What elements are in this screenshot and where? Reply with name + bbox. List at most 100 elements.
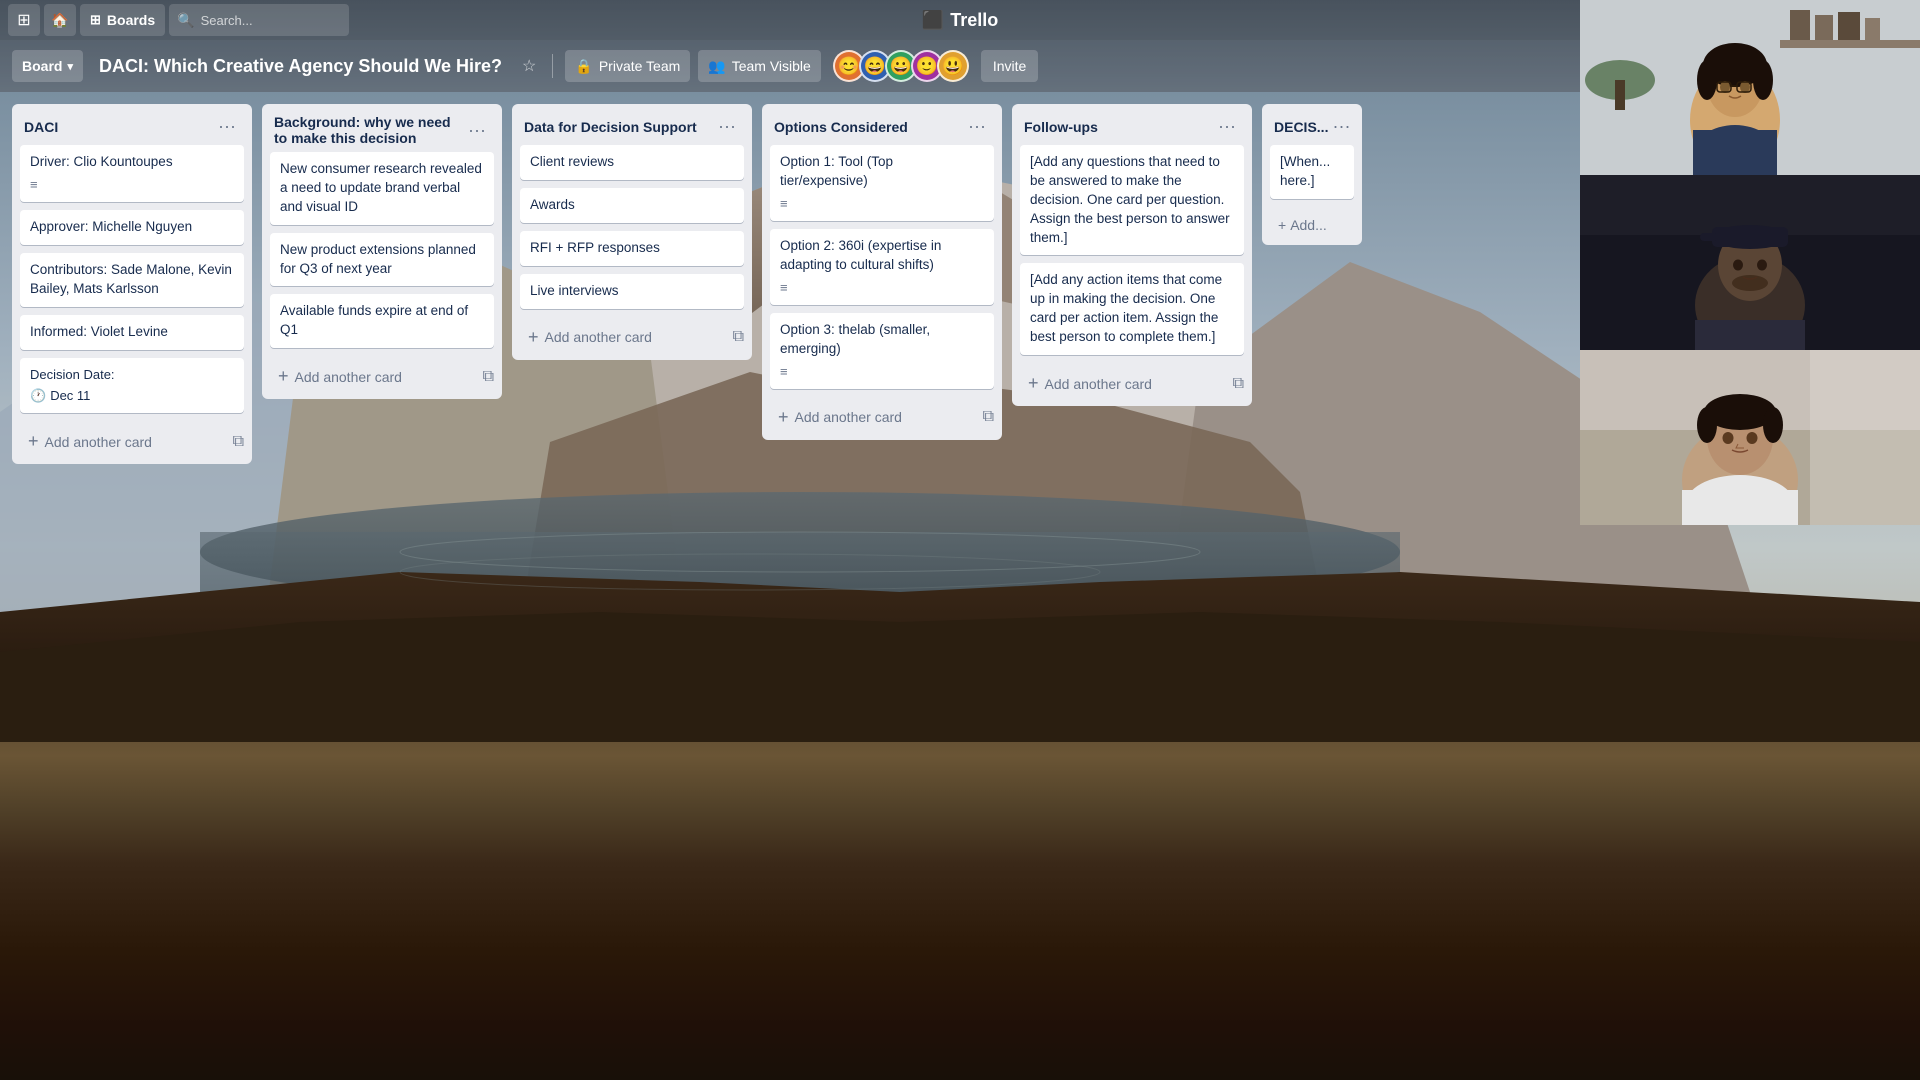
list-daci-footer: + Add another card ⧉ xyxy=(12,421,252,464)
card-decision-date[interactable]: Decision Date: 🕐 Dec 11 xyxy=(20,358,244,413)
search-placeholder: Search... xyxy=(201,13,253,28)
card-followup-actions[interactable]: [Add any action items that come up in ma… xyxy=(1020,263,1244,355)
add-card-decision-button[interactable]: + Add... xyxy=(1266,209,1358,241)
add-card-options-label: Add another card xyxy=(795,409,902,425)
card-client-reviews[interactable]: Client reviews xyxy=(520,145,744,180)
list-followups-menu-button[interactable]: ··· xyxy=(1214,114,1240,139)
card-rfi-rfp[interactable]: RFI + RFP responses xyxy=(520,231,744,266)
list-options-footer: + Add another card ⧉ xyxy=(762,397,1002,440)
home-icon-button[interactable]: 🏠 xyxy=(44,4,76,36)
card-product-extensions-text: New product extensions planned for Q3 of… xyxy=(280,241,484,279)
add-card-daci-button[interactable]: + Add another card xyxy=(16,423,229,460)
list-data-title: Data for Decision Support xyxy=(524,119,714,135)
list-daci: DACI ··· Driver: Clio Kountoupes ≡ Appro… xyxy=(12,104,252,464)
template-daci-button[interactable]: ⧉ xyxy=(229,429,248,455)
private-team-button[interactable]: 🔒 Private Team xyxy=(565,50,690,82)
card-decision-text2: here.] xyxy=(1280,172,1344,191)
list-followups-title: Follow-ups xyxy=(1024,119,1214,135)
add-card-data-button[interactable]: + Add another card xyxy=(516,319,729,356)
card-approver[interactable]: Approver: Michelle Nguyen xyxy=(20,210,244,245)
card-rfi-rfp-text: RFI + RFP responses xyxy=(530,239,734,258)
list-options: Options Considered ··· Option 1: Tool (T… xyxy=(762,104,1002,440)
list-data: Data for Decision Support ··· Client rev… xyxy=(512,104,752,360)
list-background-cards: New consumer research revealed a need to… xyxy=(262,152,502,356)
member-avatars: 😊 😄 😀 🙂 😃 xyxy=(833,50,969,82)
list-options-title: Options Considered xyxy=(774,119,964,135)
card-consumer-research-text: New consumer research revealed a need to… xyxy=(280,160,484,217)
list-background: Background: why we need to make this dec… xyxy=(262,104,502,399)
home-button[interactable]: ⊞ xyxy=(8,4,40,36)
template-data-button[interactable]: ⧉ xyxy=(729,324,748,350)
add-card-background-label: Add another card xyxy=(295,369,402,385)
card-live-interviews[interactable]: Live interviews xyxy=(520,274,744,309)
card-available-funds[interactable]: Available funds expire at end of Q1 xyxy=(270,294,494,348)
add-card-options-button[interactable]: + Add another card xyxy=(766,399,979,436)
private-team-label: Private Team xyxy=(599,58,680,74)
video-frame-1[interactable] xyxy=(1580,0,1920,175)
card-option3[interactable]: Option 3: thelab (smaller, emerging) ≡ xyxy=(770,313,994,389)
card-decision-placeholder[interactable]: [When... here.] xyxy=(1270,145,1354,199)
card-option2[interactable]: Option 2: 360i (expertise in adapting to… xyxy=(770,229,994,305)
add-icon-data: + xyxy=(528,327,539,348)
card-decision-date-value: 🕐 Dec 11 xyxy=(30,387,234,405)
add-card-followups-button[interactable]: + Add another card xyxy=(1016,365,1229,402)
team-visible-button[interactable]: 👥 Team Visible xyxy=(698,50,821,82)
card-option1-text: Option 1: Tool (Top tier/expensive) xyxy=(780,153,984,191)
list-data-menu-button[interactable]: ··· xyxy=(714,114,740,139)
add-card-data-label: Add another card xyxy=(545,329,652,345)
card-option2-icon: ≡ xyxy=(780,279,984,297)
avatar-5[interactable]: 😃 xyxy=(937,50,969,82)
video-frame-3[interactable] xyxy=(1580,350,1920,525)
add-icon-bg: + xyxy=(278,366,289,387)
list-background-menu-button[interactable]: ··· xyxy=(464,118,490,143)
invite-button[interactable]: Invite xyxy=(981,50,1038,82)
card-driver-text: Driver: Clio Kountoupes xyxy=(30,153,234,172)
list-followups-footer: + Add another card ⧉ xyxy=(1012,363,1252,406)
template-background-button[interactable]: ⧉ xyxy=(479,364,498,390)
boards-label: Boards xyxy=(107,12,155,28)
list-options-menu-button[interactable]: ··· xyxy=(964,114,990,139)
list-data-footer: + Add another card ⧉ xyxy=(512,317,752,360)
card-awards[interactable]: Awards xyxy=(520,188,744,223)
list-daci-cards: Driver: Clio Kountoupes ≡ Approver: Mich… xyxy=(12,145,252,421)
card-contributors-text: Contributors: Sade Malone, Kevin Bailey,… xyxy=(30,261,234,299)
card-followup-questions[interactable]: [Add any questions that need to be answe… xyxy=(1020,145,1244,255)
list-daci-menu-button[interactable]: ··· xyxy=(214,114,240,139)
card-consumer-research[interactable]: New consumer research revealed a need to… xyxy=(270,152,494,225)
card-available-funds-text: Available funds expire at end of Q1 xyxy=(280,302,484,340)
card-informed[interactable]: Informed: Violet Levine xyxy=(20,315,244,350)
video-frame-2[interactable] xyxy=(1580,175,1920,350)
card-product-extensions[interactable]: New product extensions planned for Q3 of… xyxy=(270,233,494,287)
template-followups-button[interactable]: ⧉ xyxy=(1229,371,1248,397)
trello-logo: ⬛ Trello xyxy=(922,10,998,31)
template-options-button[interactable]: ⧉ xyxy=(979,404,998,430)
card-option2-text: Option 2: 360i (expertise in adapting to… xyxy=(780,237,984,275)
add-card-followups-label: Add another card xyxy=(1045,376,1152,392)
card-option1[interactable]: Option 1: Tool (Top tier/expensive) ≡ xyxy=(770,145,994,221)
add-icon-decision: + xyxy=(1278,217,1286,233)
star-button[interactable]: ☆ xyxy=(518,52,540,80)
video-person-3 xyxy=(1580,350,1920,525)
search-icon: 🔍 xyxy=(177,12,194,29)
card-contributors[interactable]: Contributors: Sade Malone, Kevin Bailey,… xyxy=(20,253,244,307)
add-card-decision-label: Add... xyxy=(1290,217,1327,233)
board-menu-label: Board xyxy=(22,58,62,74)
list-decision-menu-button[interactable]: ··· xyxy=(1328,114,1354,139)
card-option3-icon: ≡ xyxy=(780,363,984,381)
board-title[interactable]: DACI: Which Creative Agency Should We Hi… xyxy=(91,52,510,81)
list-data-header: Data for Decision Support ··· xyxy=(512,104,752,145)
list-decision-title: DECIS... xyxy=(1274,119,1328,135)
add-card-background-button[interactable]: + Add another card xyxy=(266,358,479,395)
board-menu-button[interactable]: Board ▾ xyxy=(12,50,83,82)
list-followups-cards: [Add any questions that need to be answe… xyxy=(1012,145,1252,363)
list-background-footer: + Add another card ⧉ xyxy=(262,356,502,399)
trello-logo-icon: ⬛ xyxy=(922,10,944,31)
boards-button[interactable]: ⊞ Boards xyxy=(80,4,165,36)
add-icon: + xyxy=(28,431,39,452)
boards-icon: ⊞ xyxy=(90,12,101,28)
list-data-cards: Client reviews Awards RFI + RFP response… xyxy=(512,145,752,317)
search-bar[interactable]: 🔍 Search... xyxy=(169,4,349,36)
list-daci-title: DACI xyxy=(24,119,214,135)
list-followups: Follow-ups ··· [Add any questions that n… xyxy=(1012,104,1252,406)
card-driver[interactable]: Driver: Clio Kountoupes ≡ xyxy=(20,145,244,202)
